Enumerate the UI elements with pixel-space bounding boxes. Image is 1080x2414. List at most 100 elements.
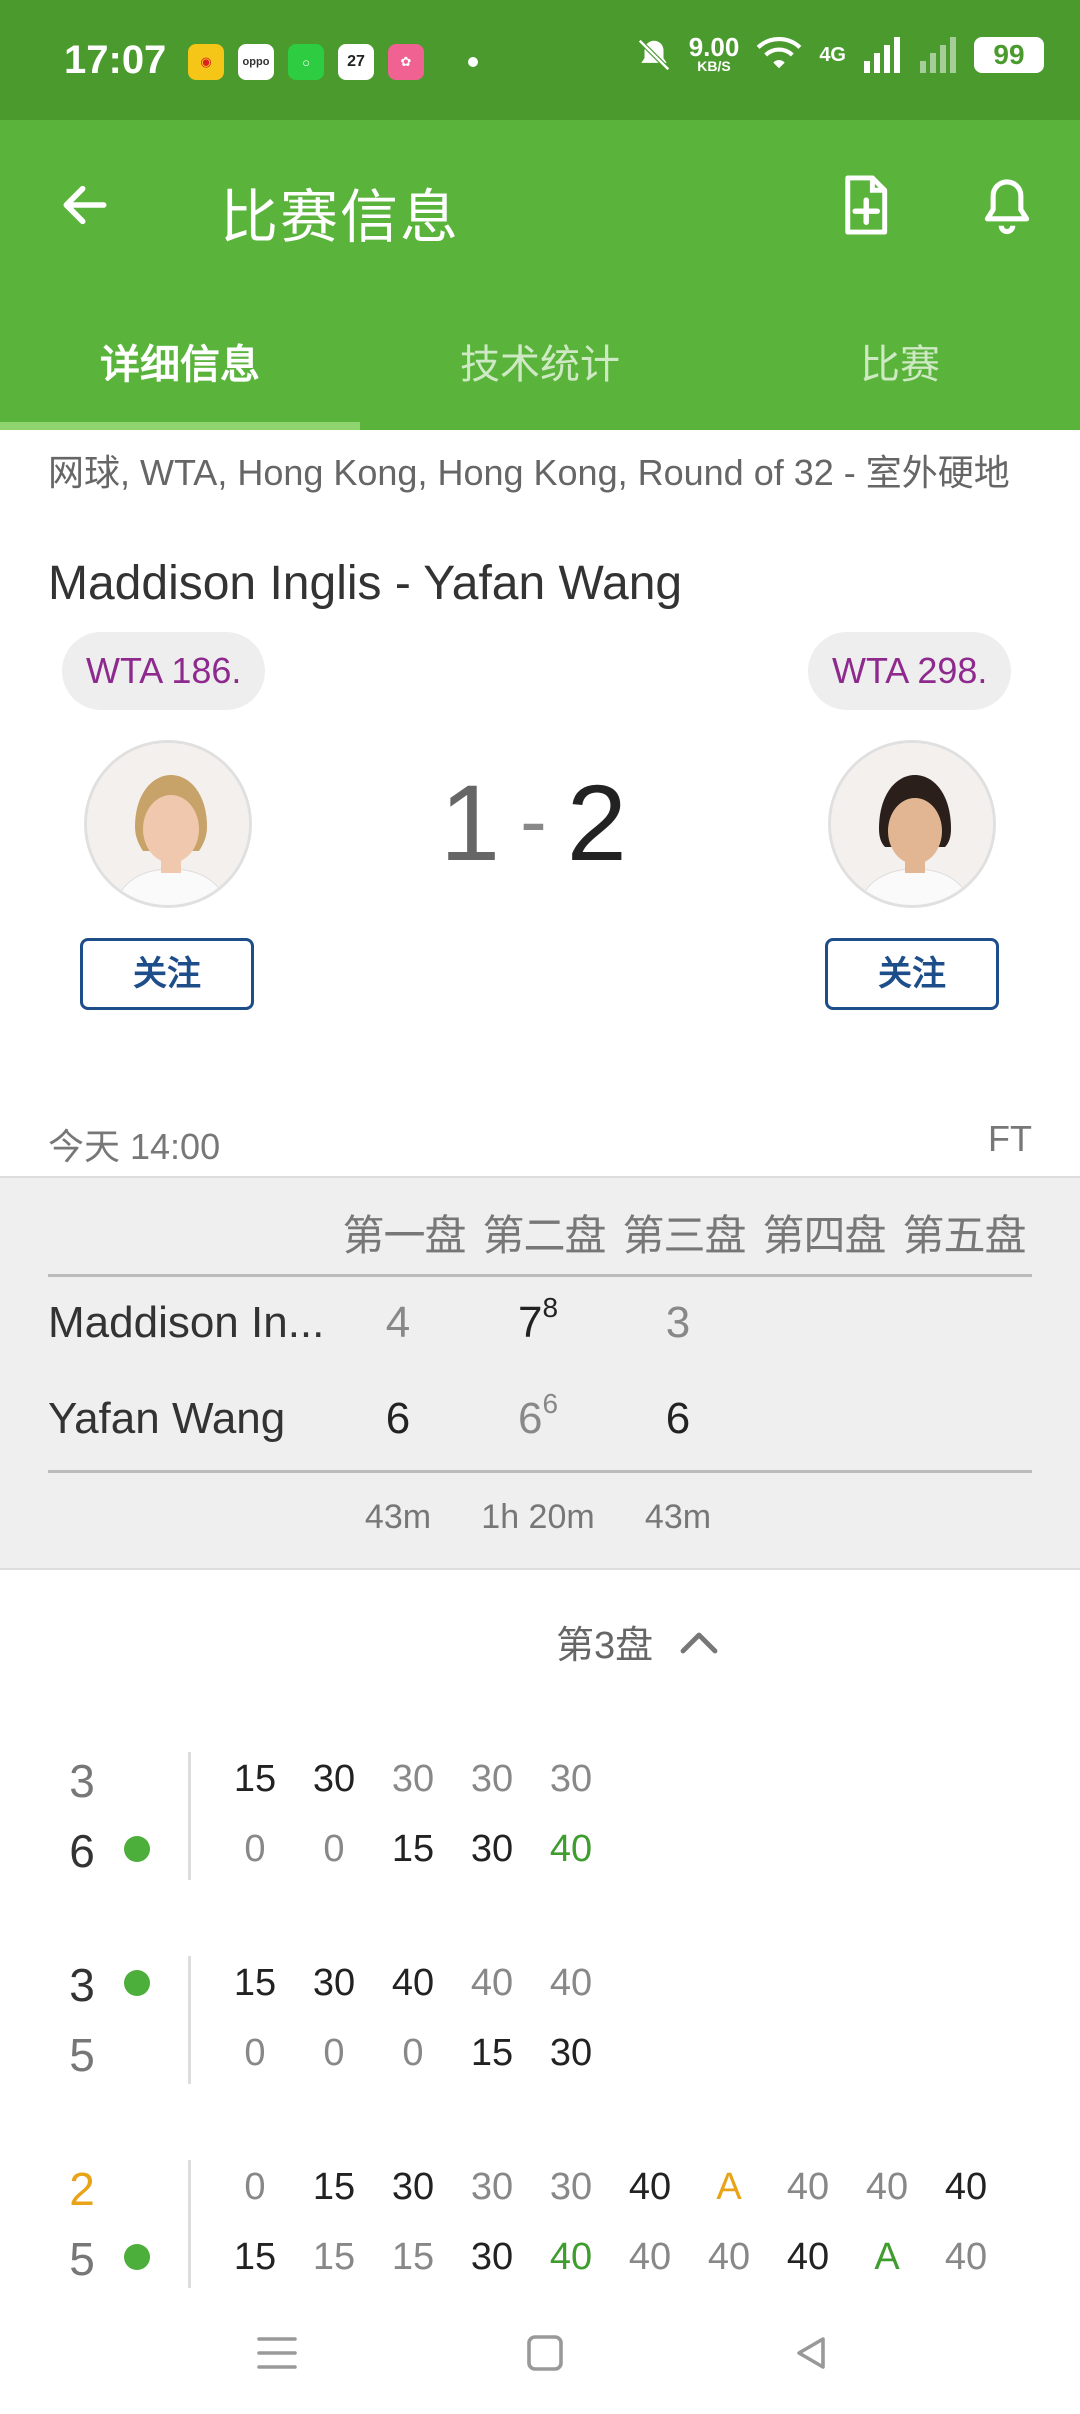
player-photo-icon: [87, 743, 249, 905]
tab-bar: 详细信息 技术统计 比赛: [0, 300, 1080, 430]
triangle-back-icon: [797, 2337, 825, 2369]
set-row-away: Yafan Wang 6 66 6: [48, 1388, 1038, 1454]
set-header: 第二盘: [482, 1212, 606, 1259]
set-row-home: Maddison In... 4 78 3: [48, 1292, 1038, 1358]
set-selector[interactable]: 第3盘: [556, 1614, 719, 1669]
home-button[interactable]: [510, 2318, 580, 2388]
point: 30: [312, 1962, 356, 2004]
point: 15: [312, 2166, 356, 2208]
point: 15: [470, 2032, 514, 2074]
game-score-away: 5: [69, 2029, 95, 2081]
menu-button[interactable]: [242, 2318, 312, 2388]
signal-icon: [864, 37, 900, 73]
point: 40: [549, 1828, 593, 1870]
set-headers: 第一盘 第二盘 第三盘 第四盘 第五盘: [334, 1202, 1034, 1263]
notification-icons: ◉ oppo ○ 27 ✿: [188, 44, 478, 80]
point: 30: [470, 2236, 514, 2278]
point: 15: [391, 2236, 435, 2278]
game-row: 3 6 15 30 30 30 30 0 0 15 30 40: [0, 1752, 1080, 1892]
home-score: 1: [440, 762, 501, 883]
follow-away-button[interactable]: 关注: [825, 938, 999, 1010]
home-rank-badge: WTA 186.: [62, 632, 266, 710]
calendar-icon: 27: [338, 44, 374, 80]
point: 40: [865, 2166, 909, 2208]
serve-indicator-icon: [124, 1970, 150, 1996]
game-score-home: 3: [69, 1755, 95, 1807]
point: 30: [549, 1758, 593, 1800]
point: 0: [244, 2032, 266, 2074]
tab-details[interactable]: 详细信息: [0, 300, 360, 430]
set-header: 第五盘: [902, 1212, 1026, 1259]
set-selector-label: 第3盘: [556, 1625, 654, 1667]
match-score: 1-2: [440, 760, 627, 885]
bell-icon: [984, 179, 1030, 235]
point: 15: [233, 2236, 277, 2278]
signal-2-icon: [920, 37, 956, 73]
point: 40: [707, 2236, 751, 2278]
set-scores-table: 第一盘 第二盘 第三盘 第四盘 第五盘 Maddison In... 4 78 …: [0, 1176, 1080, 1570]
tab-stats[interactable]: 技术统计: [360, 300, 720, 430]
set-header: 第一盘: [342, 1212, 466, 1259]
point: 40: [786, 2236, 830, 2278]
player-name: Yafan Wang: [48, 1394, 286, 1443]
document-add-icon: [845, 175, 888, 235]
home-player-avatar[interactable]: [84, 740, 252, 908]
match-title: Maddison Inglis - Yafan Wang: [48, 557, 683, 610]
set-score: 66: [517, 1388, 559, 1443]
match-status: FT: [988, 1118, 1032, 1159]
divider: [48, 1274, 1032, 1277]
divider: [188, 2160, 191, 2288]
point: 30: [470, 1758, 514, 1800]
set-score: 78: [517, 1292, 559, 1347]
green-app-icon: ○: [288, 44, 324, 80]
game-score-home: 2: [69, 2163, 95, 2215]
game-score-home: 3: [69, 1959, 95, 2011]
match-meta: 网球, WTA, Hong Kong, Hong Kong, Round of …: [48, 452, 1010, 493]
add-document-button[interactable]: [830, 170, 900, 240]
point: 0: [402, 2032, 424, 2074]
notification-button[interactable]: [972, 170, 1042, 240]
tiebreak-score: 6: [542, 1388, 559, 1419]
point: 40: [944, 2236, 988, 2278]
game-row: 3 5 15 30 40 40 40 0 0 0 15 30: [0, 1956, 1080, 2096]
away-player-avatar[interactable]: [828, 740, 996, 908]
game-score-away: 5: [69, 2233, 95, 2285]
tiebreak-score: 8: [542, 1292, 559, 1323]
page-title: 比赛信息: [220, 185, 461, 250]
point: 40: [786, 2166, 830, 2208]
net-speed: 9.00 KB/S: [688, 32, 740, 74]
back-button[interactable]: [50, 170, 120, 240]
point: 30: [391, 2166, 435, 2208]
serve-indicator-icon: [124, 2244, 150, 2270]
away-rank-badge: WTA 298.: [808, 632, 1012, 710]
set-duration: 1h 20m: [481, 1498, 595, 1536]
point: A: [716, 2166, 742, 2208]
point: 40: [391, 1962, 435, 2004]
menu-icon: [257, 2337, 297, 2369]
set-score: 3: [665, 1298, 691, 1347]
set-duration: 43m: [644, 1498, 712, 1536]
match-date: 今天 14:00: [48, 1126, 221, 1167]
system-nav-bar: [0, 2292, 1080, 2414]
more-notifications-icon: [468, 57, 478, 67]
point: 0: [244, 1828, 266, 1870]
set-duration: 43m: [364, 1498, 432, 1536]
point: 30: [470, 1828, 514, 1870]
point: 30: [549, 2166, 593, 2208]
tab-match[interactable]: 比赛: [720, 300, 1080, 430]
back-nav-button[interactable]: [776, 2318, 846, 2388]
status-bar: 17:07 ◉ oppo ○ 27 ✿ 9.00 KB/S 4G 99: [0, 0, 1080, 120]
divider: [48, 1470, 1032, 1473]
point: 40: [628, 2236, 672, 2278]
set-header: 第四盘: [762, 1212, 886, 1259]
point: 15: [312, 2236, 356, 2278]
point: A: [874, 2236, 900, 2278]
oppo-icon: oppo: [238, 44, 274, 80]
point: 15: [233, 1962, 277, 2004]
player-name: Maddison In...: [48, 1298, 325, 1347]
network-type: 4G: [819, 43, 846, 66]
arrow-left-icon: [63, 185, 107, 225]
point: 30: [312, 1758, 356, 1800]
follow-home-button[interactable]: 关注: [80, 938, 254, 1010]
point: 0: [244, 2166, 266, 2208]
